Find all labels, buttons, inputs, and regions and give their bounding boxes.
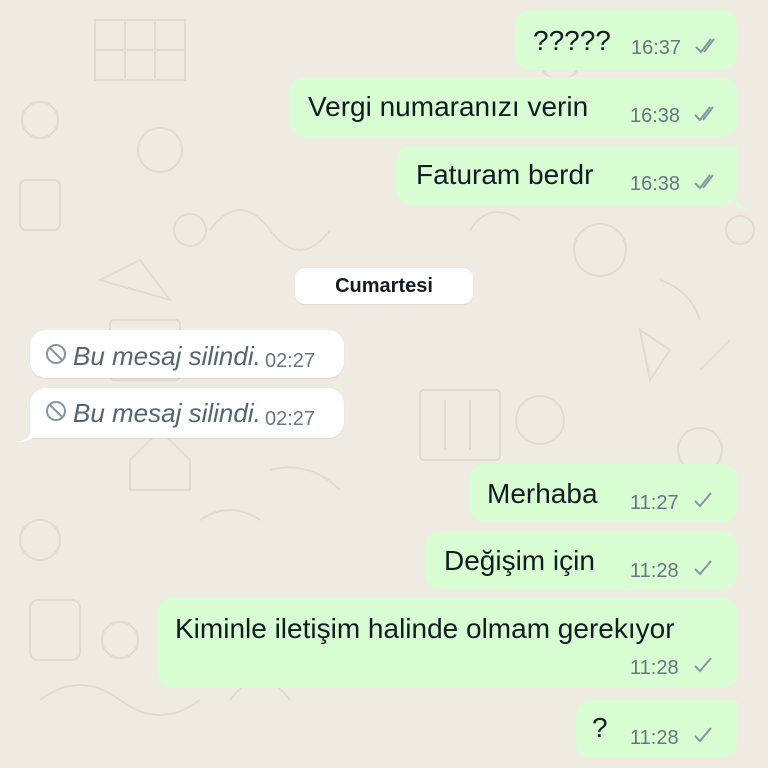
bubble-tail: [18, 430, 32, 442]
deleted-message[interactable]: Bu mesaj silindi. 02:27: [30, 388, 344, 438]
message-text: ?????: [533, 25, 611, 56]
double-check-icon: [695, 38, 715, 54]
deleted-message[interactable]: Bu mesaj silindi. 02:27: [30, 330, 344, 378]
message-time: 16:38: [630, 105, 681, 127]
outgoing-message[interactable]: Faturam berdr 16:38: [396, 145, 738, 205]
double-check-icon: [694, 106, 714, 122]
outgoing-message[interactable]: ? 11:28: [576, 700, 738, 758]
message-text: ?: [592, 712, 608, 743]
message-text: Merhaba: [487, 478, 598, 509]
single-check-icon: [694, 727, 712, 743]
message-time: 16:37: [631, 37, 682, 59]
prohibited-icon: [46, 401, 66, 421]
message-text: Değişim için: [444, 545, 595, 576]
outgoing-message[interactable]: Vergi numaranızı verin 16:38: [289, 77, 738, 137]
message-text: Vergi numaranızı verin: [308, 91, 589, 122]
message-time: 11:28: [630, 657, 679, 679]
message-time: 11:28: [630, 727, 679, 749]
date-separator: Cumartesi: [295, 268, 473, 304]
deleted-message-text: Bu mesaj silindi.: [73, 341, 261, 371]
outgoing-message[interactable]: Merhaba 11:27: [469, 464, 738, 522]
outgoing-message[interactable]: Kiminle iletişim halinde olmam gerekıyor…: [157, 598, 738, 688]
message-time: 02:27: [265, 408, 316, 430]
bubble-tail: [736, 198, 750, 210]
single-check-icon: [694, 657, 712, 673]
outgoing-message[interactable]: ????? 16:37: [515, 10, 738, 70]
outgoing-message[interactable]: Değişim için 11:28: [425, 531, 738, 589]
message-time: 02:27: [265, 350, 316, 372]
deleted-message-text: Bu mesaj silindi.: [73, 398, 261, 428]
prohibited-icon: [46, 344, 66, 364]
message-time: 16:38: [630, 173, 681, 195]
message-time: 11:28: [630, 560, 679, 582]
single-check-icon: [694, 492, 712, 508]
message-time: 11:27: [630, 492, 679, 514]
single-check-icon: [694, 560, 712, 576]
double-check-icon: [694, 174, 714, 190]
message-text: Faturam berdr: [416, 159, 594, 190]
message-text: Kiminle iletişim halinde olmam gerekıyor: [175, 613, 675, 644]
